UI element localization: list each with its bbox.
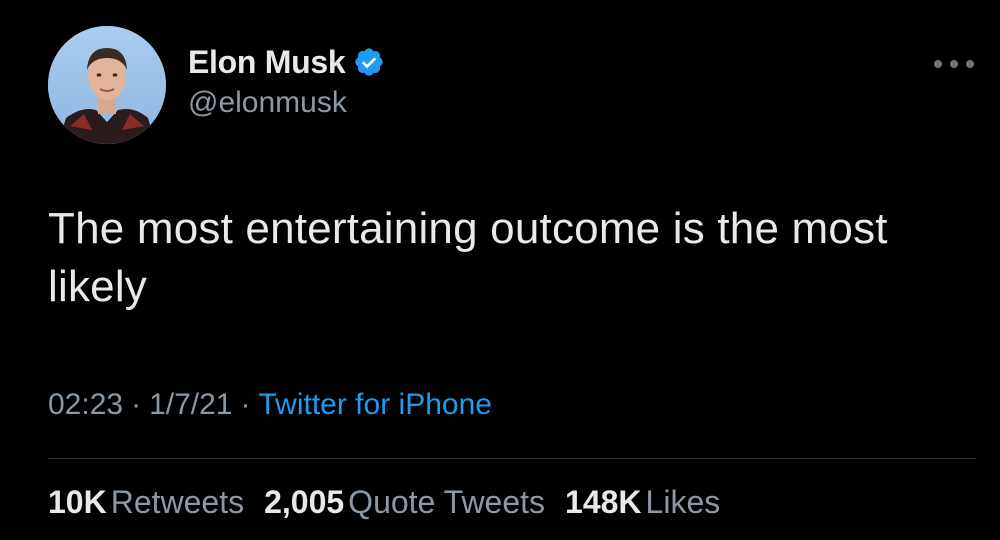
quote-tweets-count: 2,005: [264, 484, 345, 520]
user-handle[interactable]: @elonmusk: [188, 86, 347, 120]
verified-badge-icon: [355, 48, 383, 76]
author-name-row: Elon Musk: [188, 42, 385, 82]
display-name[interactable]: Elon Musk: [188, 44, 346, 81]
retweets-stat[interactable]: 10K Retweets: [48, 484, 244, 520]
retweets-label: Retweets: [110, 484, 245, 520]
tweet-meta: 02:23 · 1/7/21 · Twitter for iPhone: [48, 388, 492, 422]
separator-dot: ·: [240, 388, 251, 421]
more-options-icon[interactable]: [934, 54, 974, 74]
retweets-count: 10K: [48, 484, 107, 520]
tweet-source-link[interactable]: Twitter for iPhone: [259, 388, 492, 421]
engagement-stats: 10K Retweets 2,005 Quote Tweets 148K Likes: [48, 484, 740, 521]
likes-count: 148K: [565, 484, 642, 520]
dot: [966, 60, 974, 68]
likes-stat[interactable]: 148K Likes: [565, 484, 720, 520]
quote-tweets-label: Quote Tweets: [348, 484, 546, 520]
dot: [934, 60, 942, 68]
dot: [950, 60, 958, 68]
separator-dot: ·: [131, 388, 142, 421]
likes-label: Likes: [645, 484, 721, 520]
quote-tweets-stat[interactable]: 2,005 Quote Tweets: [264, 484, 545, 520]
tweet-card: Elon Musk @elonmusk The most entertainin…: [0, 0, 1000, 540]
divider: [48, 458, 976, 459]
tweet-date[interactable]: 1/7/21: [149, 388, 232, 421]
tweet-text: The most entertaining outcome is the mos…: [48, 204, 888, 311]
avatar[interactable]: [48, 26, 166, 144]
tweet-time[interactable]: 02:23: [48, 388, 123, 421]
